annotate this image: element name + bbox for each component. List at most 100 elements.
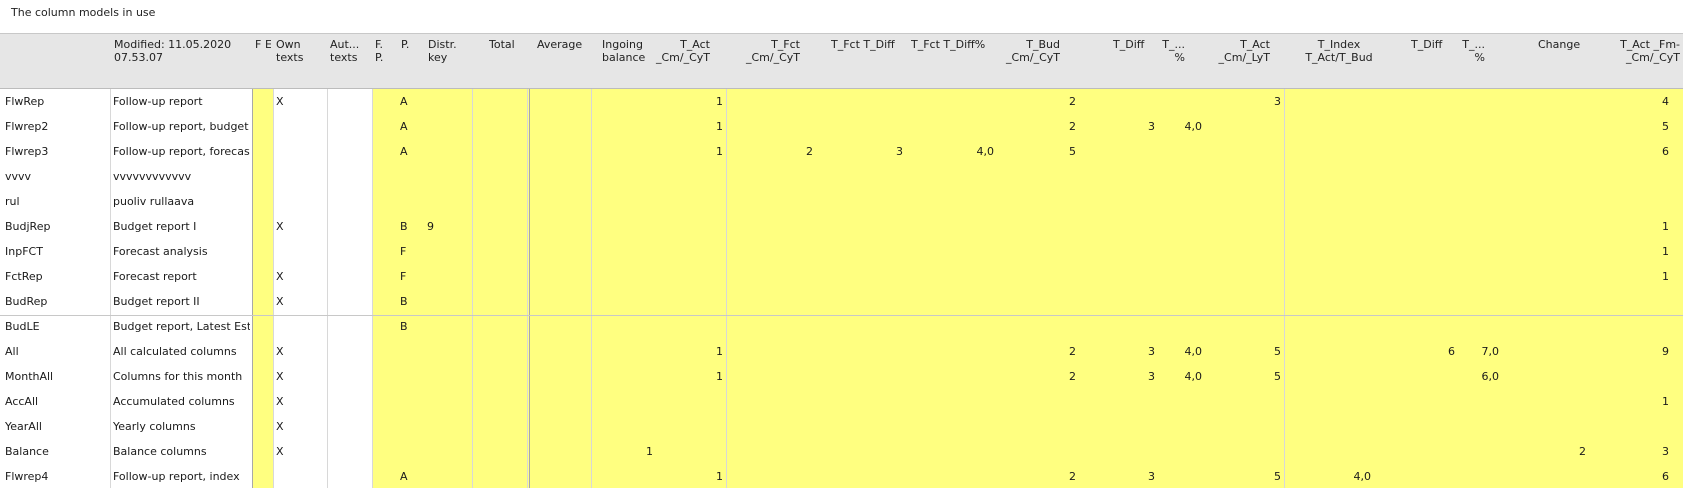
cell-t-diff-2[interactable] bbox=[1410, 414, 1455, 439]
cell-t-pct-2[interactable] bbox=[1460, 389, 1499, 414]
cell-t-fct-t-diff[interactable] bbox=[830, 214, 903, 239]
cell-name[interactable]: Budget report II bbox=[113, 289, 250, 314]
cell-distr-key[interactable] bbox=[427, 464, 447, 488]
cell-t-diff[interactable] bbox=[1110, 314, 1155, 339]
cell-t-fct-cm-cyt[interactable] bbox=[740, 414, 813, 439]
cell-t-pct[interactable] bbox=[1160, 264, 1202, 289]
cell-t-fct-cm-cyt[interactable] bbox=[740, 189, 813, 214]
cell-distr-key[interactable] bbox=[427, 414, 447, 439]
cell-own-texts[interactable] bbox=[276, 139, 296, 164]
cell-t-bud-cm-cyt[interactable] bbox=[1000, 314, 1076, 339]
cell-t-pct-2[interactable]: 7,0 bbox=[1460, 339, 1500, 364]
cell-t-fct-t-diff-pct[interactable] bbox=[914, 114, 994, 139]
cell-change[interactable] bbox=[1540, 314, 1586, 339]
cell-name[interactable]: Follow-up report, forecast bbox=[113, 139, 250, 164]
cell-t-pct[interactable] bbox=[1160, 314, 1202, 339]
column-models-grid[interactable]: Modified: 11.05.2020 07.53.07 F E Own te… bbox=[0, 34, 1683, 488]
header-t-bud-cm-cyt[interactable]: T_Bud _Cm/_CyT bbox=[990, 38, 1060, 64]
cell-code[interactable]: BudRep bbox=[5, 289, 105, 314]
header-t-fct-t-diff-pct[interactable]: T_Fct T_Diff% bbox=[911, 38, 991, 51]
cell-p[interactable] bbox=[400, 364, 420, 389]
cell-t-pct[interactable] bbox=[1160, 389, 1202, 414]
cell-t-fct-cm-cyt[interactable] bbox=[740, 339, 813, 364]
cell-code[interactable]: Flwrep4 bbox=[5, 464, 105, 488]
cell-change[interactable] bbox=[1540, 214, 1586, 239]
cell-t-act-fm[interactable]: 1 bbox=[1600, 389, 1669, 414]
cell-t-act-fm[interactable]: 5 bbox=[1600, 114, 1669, 139]
cell-t-index[interactable] bbox=[1300, 314, 1371, 339]
cell-name[interactable]: Accumulated columns bbox=[113, 389, 250, 414]
cell-own-texts[interactable] bbox=[276, 239, 296, 264]
cell-t-fct-t-diff-pct[interactable] bbox=[914, 439, 994, 464]
cell-change[interactable] bbox=[1540, 464, 1586, 488]
cell-t-diff-2[interactable] bbox=[1410, 189, 1455, 214]
cell-change[interactable] bbox=[1540, 139, 1586, 164]
cell-t-fct-t-diff[interactable] bbox=[830, 239, 903, 264]
cell-name[interactable]: Columns for this month bbox=[113, 364, 250, 389]
cell-t-fct-t-diff-pct[interactable] bbox=[914, 414, 994, 439]
cell-change[interactable] bbox=[1540, 289, 1586, 314]
cell-t-act-cm-lyt[interactable] bbox=[1210, 164, 1281, 189]
cell-t-index[interactable] bbox=[1300, 264, 1371, 289]
cell-t-diff[interactable] bbox=[1110, 139, 1155, 164]
cell-t-fct-cm-cyt[interactable] bbox=[740, 464, 813, 488]
cell-code[interactable]: rul bbox=[5, 189, 105, 214]
cell-t-fct-cm-cyt[interactable] bbox=[740, 114, 813, 139]
cell-t-act-cm-lyt[interactable] bbox=[1210, 239, 1281, 264]
cell-t-bud-cm-cyt[interactable] bbox=[1000, 164, 1076, 189]
cell-name[interactable]: Follow-up report, index bbox=[113, 464, 250, 488]
cell-t-fct-t-diff-pct[interactable] bbox=[914, 264, 994, 289]
cell-own-texts[interactable] bbox=[276, 314, 296, 339]
cell-code[interactable]: Balance bbox=[5, 439, 105, 464]
cell-own-texts[interactable]: X bbox=[276, 439, 296, 464]
cell-p[interactable]: F bbox=[400, 239, 420, 264]
cell-name[interactable]: Follow-up report bbox=[113, 89, 250, 114]
cell-change[interactable] bbox=[1540, 164, 1586, 189]
table-row[interactable]: vvvv vvvvvvvvvvvv bbox=[0, 164, 1683, 189]
cell-t-diff-2[interactable] bbox=[1410, 389, 1455, 414]
cell-t-diff-2[interactable] bbox=[1410, 464, 1455, 488]
cell-code[interactable]: Flwrep3 bbox=[5, 139, 105, 164]
cell-t-diff-2[interactable] bbox=[1410, 364, 1455, 389]
cell-t-act-cm-lyt[interactable] bbox=[1210, 214, 1281, 239]
header-aut-texts[interactable]: Aut... texts bbox=[330, 38, 370, 64]
cell-t-bud-cm-cyt[interactable] bbox=[1000, 289, 1076, 314]
cell-t-fct-cm-cyt[interactable] bbox=[740, 214, 813, 239]
cell-own-texts[interactable]: X bbox=[276, 89, 296, 114]
cell-t-pct-2[interactable] bbox=[1460, 414, 1499, 439]
cell-t-fct-t-diff-pct[interactable] bbox=[914, 164, 994, 189]
cell-t-bud-cm-cyt[interactable] bbox=[1000, 414, 1076, 439]
cell-t-bud-cm-cyt[interactable] bbox=[1000, 189, 1076, 214]
cell-t-fct-cm-cyt[interactable] bbox=[740, 314, 813, 339]
cell-t-act-cm-cyt[interactable] bbox=[640, 414, 723, 439]
cell-change[interactable] bbox=[1540, 114, 1586, 139]
table-row[interactable]: InpFCT Forecast analysis F 1 bbox=[0, 239, 1683, 264]
cell-p[interactable] bbox=[400, 414, 420, 439]
cell-t-diff[interactable] bbox=[1110, 164, 1155, 189]
cell-t-fct-t-diff[interactable] bbox=[830, 464, 903, 488]
cell-change[interactable] bbox=[1540, 414, 1586, 439]
cell-t-bud-cm-cyt[interactable] bbox=[1000, 239, 1076, 264]
cell-t-act-cm-cyt[interactable] bbox=[640, 164, 723, 189]
cell-own-texts[interactable] bbox=[276, 114, 296, 139]
cell-t-act-cm-cyt[interactable]: 1 bbox=[640, 464, 723, 488]
cell-distr-key[interactable] bbox=[427, 189, 447, 214]
cell-t-pct-2[interactable] bbox=[1460, 289, 1499, 314]
cell-distr-key[interactable] bbox=[427, 364, 447, 389]
cell-t-bud-cm-cyt[interactable] bbox=[1000, 439, 1076, 464]
cell-t-pct[interactable] bbox=[1160, 439, 1202, 464]
cell-t-act-fm[interactable]: 4 bbox=[1600, 89, 1669, 114]
cell-t-diff[interactable]: 3 bbox=[1110, 464, 1155, 488]
cell-t-act-cm-lyt[interactable] bbox=[1210, 414, 1281, 439]
cell-own-texts[interactable]: X bbox=[276, 364, 296, 389]
cell-t-act-fm[interactable] bbox=[1600, 164, 1669, 189]
cell-t-act-fm[interactable] bbox=[1600, 414, 1669, 439]
cell-t-index[interactable] bbox=[1300, 239, 1371, 264]
table-row[interactable]: All All calculated columns X 1 2 3 4,0 5 6 7,0 9 bbox=[0, 339, 1683, 364]
cell-t-act-cm-cyt[interactable] bbox=[640, 389, 723, 414]
cell-p[interactable]: B bbox=[400, 314, 420, 339]
cell-t-act-cm-cyt[interactable]: 1 bbox=[640, 114, 723, 139]
cell-change[interactable] bbox=[1540, 264, 1586, 289]
cell-t-act-cm-cyt[interactable]: 1 bbox=[640, 339, 723, 364]
cell-t-index[interactable]: 4,0 bbox=[1300, 464, 1372, 488]
